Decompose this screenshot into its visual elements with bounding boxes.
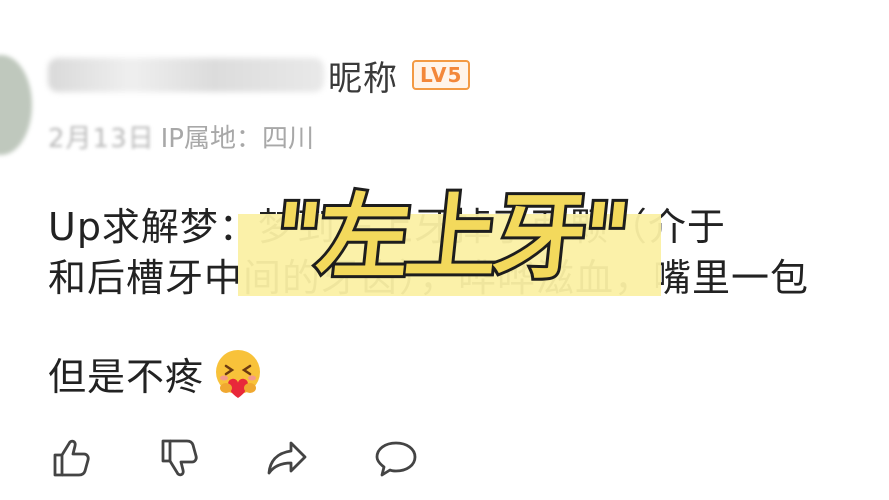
username-row: 昵称 LV5: [48, 50, 471, 100]
caption-overlay: "左上牙": [265, 181, 634, 294]
hugging-heart-emoji-icon: [212, 348, 264, 400]
avatar[interactable]: [0, 55, 32, 155]
level-badge: LV5: [412, 60, 471, 90]
share-button[interactable]: [264, 434, 312, 482]
nickname-label[interactable]: 昵称: [328, 51, 398, 100]
comment-actions: [48, 434, 480, 482]
like-button[interactable]: [48, 434, 96, 482]
thumbs-down-icon: [161, 439, 198, 477]
comment-date: 2月13日: [48, 124, 155, 154]
comment-text-line-3-text: 但是不疼: [48, 355, 205, 399]
share-arrow-icon: [267, 441, 307, 475]
comment-meta: 2月13日 IP属地：四川: [48, 118, 314, 155]
comment-bubble-icon: [375, 441, 417, 477]
comment-text-line-3: 但是不疼: [48, 346, 264, 401]
blurred-username[interactable]: [48, 58, 324, 92]
ip-location: IP属地：四川: [160, 124, 314, 154]
reply-button[interactable]: [372, 434, 420, 482]
thumbs-up-icon: [53, 439, 90, 477]
dislike-button[interactable]: [156, 434, 204, 482]
